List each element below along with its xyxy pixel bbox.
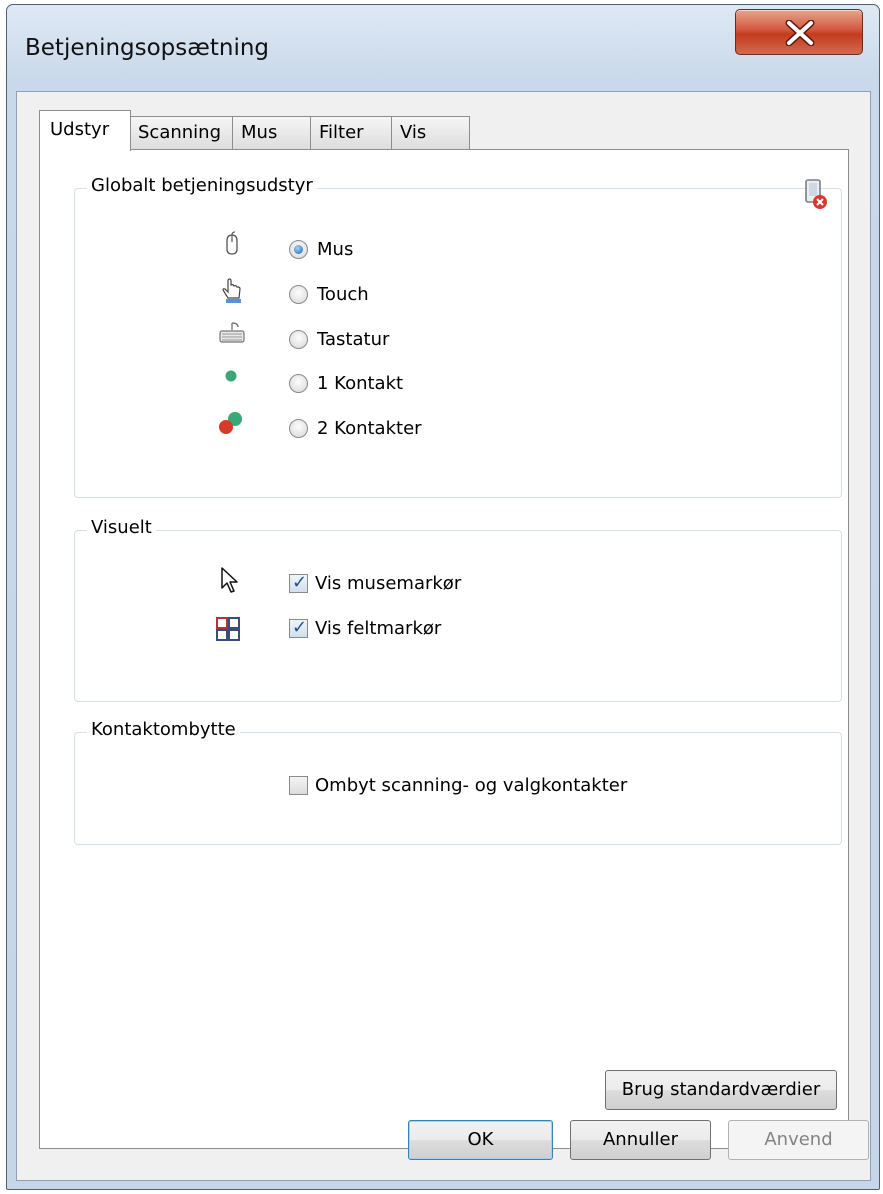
dialog-window: Betjeningsopsætning Udstyr Scanning Mus … — [6, 4, 880, 1190]
defaults-button[interactable]: Brug standardværdier — [605, 1070, 837, 1110]
radio-2-kontakter[interactable] — [289, 419, 308, 438]
checkbox-vis-musemarkor[interactable] — [289, 572, 308, 593]
window-title: Betjeningsopsætning — [25, 35, 270, 61]
two-switches-icon — [219, 412, 242, 434]
apply-button[interactable]: Anvend — [728, 1120, 869, 1160]
option-vis-feltmarkor-label: Vis feltmarkør — [315, 618, 442, 639]
option-2-kontakter[interactable]: 2 Kontakter — [289, 418, 422, 439]
option-vis-feltmarkor[interactable]: Vis feltmarkør — [289, 617, 442, 639]
field-marker-icon — [216, 617, 240, 641]
cancel-button[interactable]: Annuller — [570, 1120, 711, 1160]
tab-filter[interactable]: Filter — [310, 116, 392, 150]
option-ombyt-kontakter[interactable]: Ombyt scanning- og valgkontakter — [289, 775, 627, 796]
tab-mus[interactable]: Mus — [232, 116, 311, 150]
option-touch[interactable]: Touch — [289, 284, 369, 305]
tab-panel-udstyr: Globalt betjeningsudstyr Mus Touch Tasta… — [39, 149, 849, 1149]
option-tastatur[interactable]: Tastatur — [289, 329, 389, 350]
visual-group: Visuelt Vis musemarkør Vis feltmarkør — [74, 517, 842, 702]
ok-button[interactable]: OK — [408, 1120, 553, 1160]
option-mus[interactable]: Mus — [289, 239, 353, 260]
radio-mus[interactable] — [289, 240, 308, 259]
swap-group-title: Kontaktombytte — [87, 719, 240, 740]
radio-tastatur[interactable] — [289, 330, 308, 349]
visual-group-title: Visuelt — [87, 517, 156, 538]
mouse-pointer-icon — [221, 567, 238, 593]
tab-udstyr[interactable]: Udstyr — [39, 110, 131, 151]
one-switch-icon — [225, 370, 237, 382]
close-button[interactable] — [735, 9, 863, 55]
checkbox-ombyt-kontakter[interactable] — [289, 776, 308, 795]
option-mus-label: Mus — [317, 239, 354, 260]
tab-scanning[interactable]: Scanning — [129, 116, 233, 150]
swap-group: Kontaktombytte Ombyt scanning- og valgko… — [74, 719, 842, 845]
title-bar[interactable]: Betjeningsopsætning — [7, 5, 879, 91]
close-icon — [785, 20, 815, 46]
option-2-kontakter-label: 2 Kontakter — [317, 418, 422, 439]
tab-vis[interactable]: Vis — [391, 116, 470, 150]
option-vis-musemarkor[interactable]: Vis musemarkør — [289, 572, 462, 594]
option-1-kontakt[interactable]: 1 Kontakt — [289, 373, 403, 394]
keyboard-icon — [219, 322, 245, 343]
equipment-group-title: Globalt betjeningsudstyr — [87, 175, 317, 196]
mouse-icon — [226, 231, 238, 255]
option-1-kontakt-label: 1 Kontakt — [317, 373, 404, 394]
dialog-client: Udstyr Scanning Mus Filter Vis Globalt b… — [16, 91, 871, 1181]
option-tastatur-label: Tastatur — [317, 329, 390, 350]
touch-hand-icon — [222, 278, 241, 303]
option-vis-musemarkor-label: Vis musemarkør — [315, 573, 462, 594]
radio-touch[interactable] — [289, 285, 308, 304]
option-touch-label: Touch — [317, 284, 369, 305]
radio-1-kontakt[interactable] — [289, 374, 308, 393]
checkbox-vis-feltmarkor[interactable] — [289, 617, 308, 638]
remove-device-icon[interactable] — [802, 177, 832, 211]
option-ombyt-kontakter-label: Ombyt scanning- og valgkontakter — [315, 775, 628, 796]
equipment-group: Globalt betjeningsudstyr Mus Touch Tasta… — [74, 175, 842, 498]
